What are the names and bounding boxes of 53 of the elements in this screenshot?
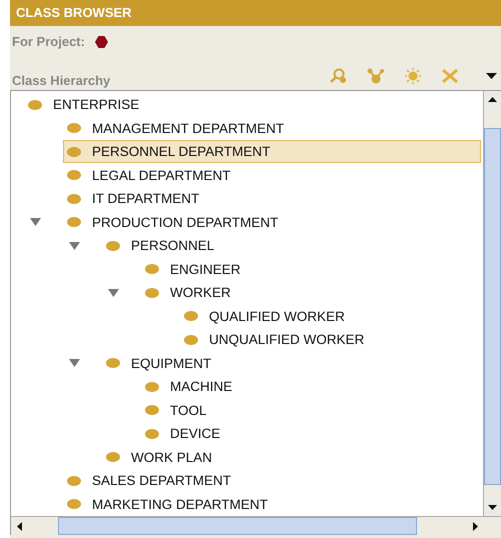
class-icon [67,217,81,228]
tree-item[interactable]: SALES DEPARTMENT [63,469,232,492]
tree-item[interactable]: WORKER [141,281,232,304]
class-icon [184,311,198,322]
tree-item[interactable]: MARKETING DEPARTMENT [63,492,269,516]
scrollbar-thumb[interactable] [58,517,417,535]
tree-item[interactable]: UNQUALIFIED WORKER [180,328,366,352]
class-icon [145,382,159,392]
tree-item[interactable]: PERSONNEL [102,234,216,258]
tree-item[interactable]: MACHINE [141,375,234,398]
tree-item[interactable]: MANAGEMENT DEPARTMENT [63,116,286,140]
class-icon [67,123,81,134]
scroll-up-icon[interactable] [488,97,497,102]
class-icon [145,288,159,298]
caret-icon[interactable] [486,73,497,79]
tree-item[interactable]: LEGAL DEPARTMENT [63,164,232,187]
class-icon [28,100,42,110]
panel-title: CLASS BROWSER [16,5,132,20]
tree-item[interactable]: ENTERPRISE [24,93,140,116]
tree-item[interactable]: PRODUCTION DEPARTMENT [63,210,280,234]
tree-item[interactable]: QUALIFIED WORKER [180,304,346,328]
tree-item[interactable]: DEVICE [141,422,222,446]
tree-item[interactable]: WORK PLAN [102,446,214,469]
collapse-toggle[interactable] [30,218,41,226]
class-icon [67,146,81,157]
collapse-toggle[interactable] [69,359,80,368]
hexagon-icon [94,36,108,48]
tree-item[interactable]: TOOL [141,398,208,422]
class-icon [184,334,198,345]
collapse-toggle[interactable] [69,242,80,250]
class-icon [106,358,120,368]
class-icon [67,170,81,180]
class-icon [67,476,81,486]
class-icon [106,452,120,462]
scrollbar-thumb[interactable] [484,128,501,485]
scroll-right-icon[interactable] [473,522,478,530]
class-icon [67,499,81,510]
class-icon [67,194,81,204]
project-label: For Project: [12,34,85,50]
class-icon [145,264,159,274]
tree-item[interactable]: PERSONNEL DEPARTMENT [63,140,481,164]
class-icon [145,405,159,416]
tree-item[interactable]: ENGINEER [141,258,242,281]
class-icon [145,428,159,439]
tree-item[interactable]: EQUIPMENT [102,352,212,375]
scroll-left-icon[interactable] [17,522,22,530]
scroll-down-icon[interactable] [488,505,497,510]
class-icon [106,240,120,251]
vertical-scrollbar[interactable] [483,91,501,516]
tree-item[interactable]: IT DEPARTMENT [63,187,200,210]
horizontal-scrollbar[interactable] [11,516,501,535]
hierarchy-label: Class Hierarchy [12,73,110,88]
collapse-toggle[interactable] [108,288,119,297]
